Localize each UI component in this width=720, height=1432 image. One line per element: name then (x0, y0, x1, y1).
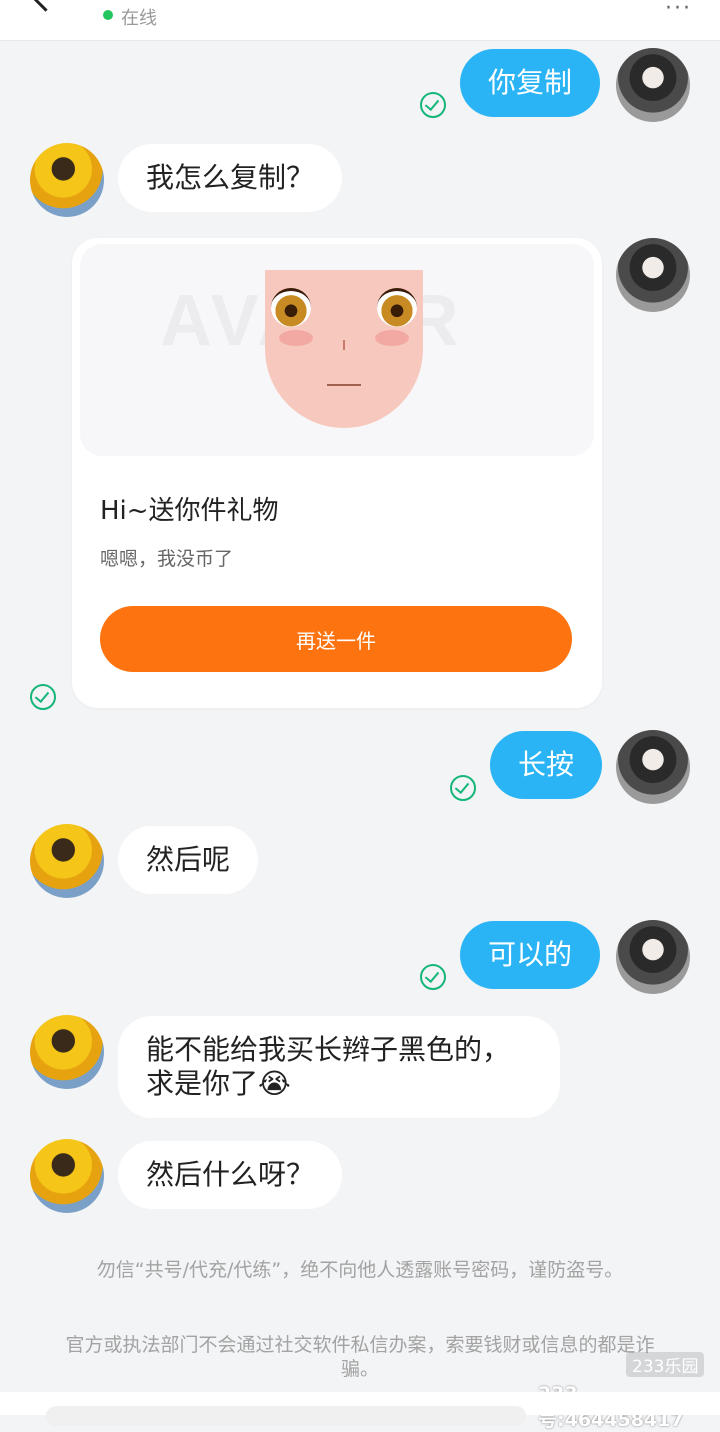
message-bubble-received[interactable]: 然后什么呀？ (118, 1141, 343, 1209)
online-status-dot (103, 10, 113, 20)
security-notice-account: 勿信“共号/代充/代练”，绝不向他人透露账号密码，谨防盗号。 (96, 1259, 624, 1281)
message-text: 长按 (518, 748, 575, 781)
my-avatar[interactable] (616, 920, 690, 994)
message-text: 然后呢 (146, 843, 231, 876)
message-text: 我怎么复制？ (146, 161, 315, 194)
gift-title: Hi~送你件礼物 (100, 496, 279, 526)
chat-header: 在线 ··· (0, 0, 720, 41)
contact-avatar[interactable] (30, 1139, 104, 1213)
message-input-field[interactable] (46, 1406, 526, 1426)
message-bubble-sent[interactable]: 长按 (490, 731, 603, 799)
read-receipt-icon (420, 92, 446, 118)
my-avatar[interactable] (616, 238, 690, 312)
message-bubble-received[interactable]: 然后呢 (118, 826, 259, 894)
contact-avatar[interactable] (30, 143, 104, 217)
read-receipt-icon (450, 775, 476, 801)
message-bubble-received[interactable]: 能不能给我买长辫子黑色的， 求是你了😭 (118, 1016, 560, 1118)
message-text: 可以的 (488, 938, 573, 971)
my-avatar[interactable] (616, 48, 690, 122)
contact-avatar[interactable] (30, 824, 104, 898)
eye-right (377, 288, 417, 327)
mouth (327, 384, 361, 386)
contact-avatar[interactable] (30, 1015, 104, 1089)
message-text: 然后什么呀？ (146, 1158, 315, 1191)
message-input-bar (0, 1392, 720, 1426)
message-text: 你复制 (488, 66, 573, 99)
platform-logo: 233乐园 (626, 1352, 705, 1377)
nose (343, 340, 345, 350)
message-text-line-1: 能不能给我买长辫子黑色的， (146, 1033, 511, 1066)
message-bubble-sent[interactable]: 可以的 (460, 921, 601, 989)
message-bubble-sent[interactable]: 你复制 (460, 49, 601, 117)
back-arrow-icon[interactable] (29, 0, 62, 12)
gift-subtitle: 嗯嗯，我没币了 (100, 548, 234, 570)
online-status-text: 在线 (121, 8, 157, 29)
message-bubble-received[interactable]: 我怎么复制？ (118, 144, 343, 212)
anime-face-illustration (265, 270, 423, 428)
message-text-line-2: 求是你了😭 (146, 1067, 291, 1100)
gift-image: AVATAR (80, 244, 594, 456)
eye-left (271, 288, 311, 327)
more-options-icon[interactable]: ··· (665, 0, 692, 21)
read-receipt-icon (420, 964, 446, 990)
blush-left (279, 330, 313, 346)
blush-right (375, 330, 409, 346)
gift-card: AVATAR Hi~送你件礼物 嗯嗯，我没币了 再送一件 (72, 238, 602, 708)
security-notice-fraud: 官方或执法部门不会通过社交软件私信办案，索要钱财或信息的都是诈骗。 (65, 1334, 655, 1380)
send-again-button[interactable]: 再送一件 (100, 606, 572, 672)
read-receipt-icon (30, 684, 56, 710)
my-avatar[interactable] (616, 730, 690, 804)
